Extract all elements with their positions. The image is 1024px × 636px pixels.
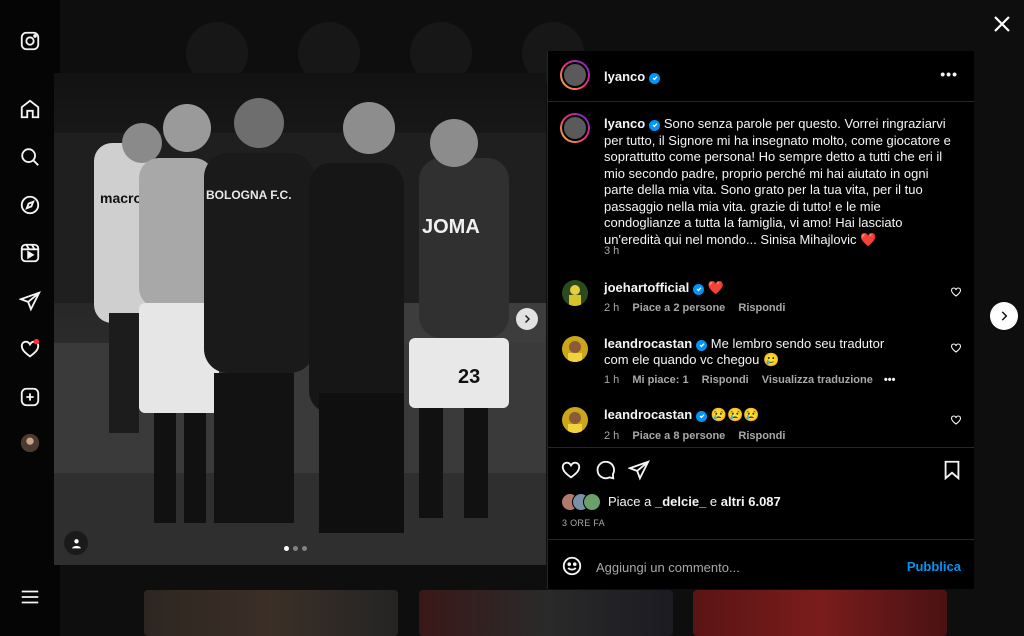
save-bookmark-icon[interactable] (941, 459, 963, 481)
likes-others[interactable]: altri 6.087 (721, 494, 781, 509)
comment-likes[interactable]: Mi piace: 1 (632, 374, 688, 386)
comment-avatar[interactable] (562, 407, 588, 433)
post-timestamp: 3 ORE FA (562, 518, 605, 528)
liker-avatar (583, 493, 601, 511)
likes-summary[interactable]: Piace a _delcie_ e altri 6.087 (608, 494, 781, 509)
caption-time: 3 h (604, 245, 620, 257)
publish-button[interactable]: Pubblica (907, 559, 961, 574)
carousel-dot (302, 546, 307, 551)
caption-username[interactable]: lyanco (604, 116, 645, 131)
caption-avatar[interactable] (560, 113, 590, 143)
comment-username[interactable]: leandrocastan (604, 336, 692, 351)
post-caption: lyanco Sono senza parole per questo. Vor… (604, 116, 956, 248)
verified-badge-icon (693, 283, 705, 295)
reply-button[interactable]: Rispondi (738, 302, 785, 314)
verified-badge-icon (649, 119, 661, 131)
messages-icon[interactable] (18, 290, 41, 312)
jersey-number-text: 23 (458, 366, 480, 388)
jersey-sponsor-text: JOMA (422, 216, 480, 238)
reels-icon[interactable] (19, 242, 41, 264)
like-comment-heart-icon[interactable] (950, 413, 962, 425)
comment-username[interactable]: leandrocastan (604, 407, 692, 422)
see-translation-button[interactable]: Visualizza traduzione (762, 374, 873, 386)
tagged-users-icon[interactable] (64, 531, 88, 555)
jersey-team-text: BOLOGNA F.C. (206, 188, 292, 202)
comment-username[interactable]: joehartofficial (604, 280, 689, 295)
verified-badge-icon (696, 410, 708, 422)
comment-row: joehartofficial ❤️ (604, 280, 724, 296)
comment-likes[interactable]: Piace a 8 persone (632, 430, 725, 442)
sidebar-nav (0, 0, 61, 636)
likes-user[interactable]: _delcie_ (655, 494, 706, 509)
feed-thumbnail (419, 590, 673, 636)
author-avatar[interactable] (560, 60, 590, 90)
carousel-dots (284, 546, 307, 551)
divider (548, 539, 974, 540)
comment-meta: 2 h Piace a 8 persone Rispondi (604, 430, 785, 442)
comment-time: 2 h (604, 302, 620, 314)
comment-input[interactable] (594, 555, 898, 579)
post-detail-panel: lyanco ••• lyanco Sono senza parole per … (547, 51, 974, 589)
comment-time: 1 h (604, 374, 620, 386)
close-icon[interactable] (990, 12, 1014, 36)
divider (548, 447, 974, 448)
instagram-logo-icon[interactable] (19, 30, 41, 52)
explore-compass-icon[interactable] (19, 194, 41, 216)
next-post-button[interactable] (990, 302, 1018, 330)
reply-button[interactable]: Rispondi (738, 430, 785, 442)
author-header: lyanco (604, 68, 661, 86)
carousel-dot (293, 546, 298, 551)
search-icon[interactable] (19, 146, 41, 168)
share-send-icon[interactable] (627, 459, 650, 481)
menu-icon[interactable] (19, 586, 41, 608)
like-comment-heart-icon[interactable] (950, 341, 962, 353)
caption-text: Sono senza parole per questo. Vorrei rin… (604, 116, 951, 247)
comment-avatar[interactable] (562, 280, 588, 306)
likes-prefix: Piace a (608, 494, 655, 509)
comment-more-button[interactable]: ••• (884, 374, 896, 386)
comment-text: ❤️ (707, 280, 725, 295)
more-options-button[interactable]: ••• (940, 66, 958, 82)
notifications-heart-icon[interactable] (19, 338, 41, 360)
verified-badge-icon (696, 339, 708, 351)
photo-next-arrow[interactable] (516, 308, 538, 330)
divider (548, 101, 974, 102)
likes-middle: e (706, 494, 721, 509)
comment-text: 😢😢😢 (710, 407, 760, 422)
home-icon[interactable] (19, 98, 41, 120)
profile-avatar[interactable] (19, 432, 41, 454)
feed-thumbnail (144, 590, 398, 636)
comment-meta: 1 h Mi piace: 1 Rispondi Visualizza trad… (604, 374, 895, 386)
comment-time: 2 h (604, 430, 620, 442)
post-photo-illustration: macron BOLOGNA F.C. JOMA 23 (54, 73, 546, 565)
comment-meta: 2 h Piace a 2 persone Rispondi (604, 302, 785, 314)
reply-button[interactable]: Rispondi (702, 374, 749, 386)
verified-badge-icon (649, 72, 661, 84)
emoji-icon[interactable] (561, 555, 583, 577)
comment-avatar[interactable] (562, 336, 588, 362)
comment-row: leandrocastan Me lembro sendo seu tradut… (604, 336, 904, 368)
comment-likes[interactable]: Piace a 2 persone (632, 302, 725, 314)
comment-row: leandrocastan 😢😢😢 (604, 407, 759, 423)
post-image[interactable]: macron BOLOGNA F.C. JOMA 23 (54, 73, 546, 565)
comment-bubble-icon[interactable] (594, 459, 616, 481)
feed-thumbnail (693, 590, 947, 636)
like-comment-heart-icon[interactable] (950, 285, 962, 297)
likers-avatars (561, 493, 607, 511)
create-plus-icon[interactable] (19, 386, 41, 408)
like-heart-icon[interactable] (560, 459, 582, 481)
carousel-dot (284, 546, 289, 551)
author-username[interactable]: lyanco (604, 69, 645, 84)
